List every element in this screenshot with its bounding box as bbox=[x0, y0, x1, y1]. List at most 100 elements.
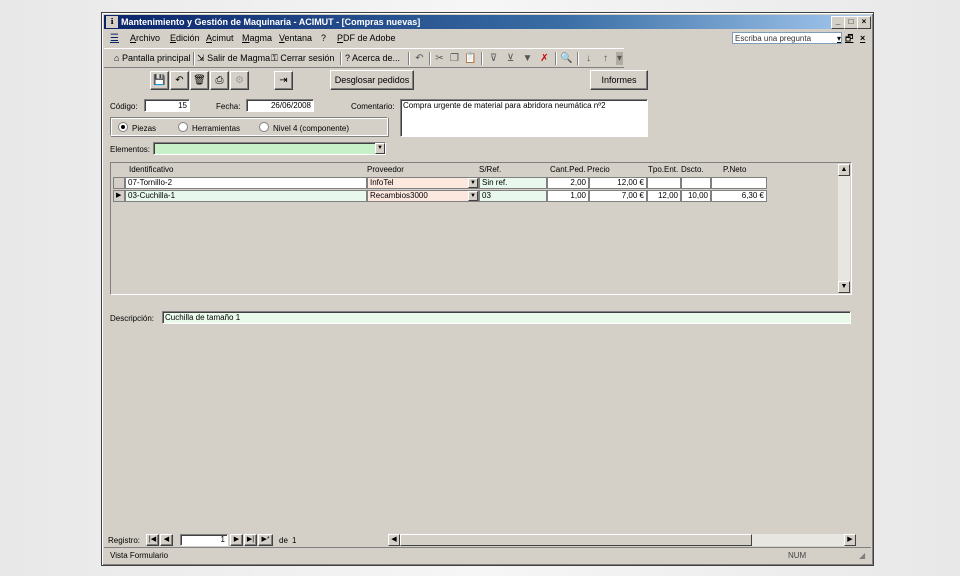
cell-cant-ped[interactable]: 1,00 bbox=[547, 190, 589, 202]
descripcion-field[interactable]: Cuchilla de tamaño 1 bbox=[162, 311, 851, 324]
close-child-icon[interactable]: × bbox=[860, 30, 865, 47]
informes-button[interactable]: Informes bbox=[590, 70, 648, 90]
cell-dscto[interactable] bbox=[681, 177, 711, 189]
grid-vertical-scrollbar[interactable]: ▲ ▼ bbox=[838, 164, 850, 293]
menu-acimut[interactable]: Acimut bbox=[206, 30, 234, 47]
cell-precio[interactable]: 7,00 € bbox=[589, 190, 647, 202]
scroll-thumb[interactable] bbox=[400, 534, 752, 546]
radio-piezas[interactable]: Piezas bbox=[118, 122, 156, 134]
previous-record-icon[interactable]: ◀ bbox=[160, 534, 173, 546]
remove-filter-icon[interactable]: ✗ bbox=[538, 52, 551, 65]
menu-pdf-adobe[interactable]: PDF de Adobe bbox=[337, 30, 396, 47]
cell-pneto[interactable] bbox=[711, 177, 767, 189]
exit-form-button[interactable]: ⇥ bbox=[274, 71, 293, 90]
comentario-label: Comentario: bbox=[351, 102, 395, 111]
restore-icon[interactable]: 🗗 bbox=[845, 30, 853, 47]
minimize-button[interactable]: _ bbox=[831, 16, 845, 29]
cell-pneto[interactable]: 6,30 € bbox=[711, 190, 767, 202]
cell-sref[interactable]: Sin ref. bbox=[479, 177, 547, 189]
lines-subform: Identificativo Proveedor S/Ref. Cant.Ped… bbox=[110, 162, 852, 295]
ask-question-input[interactable]: Escriba una pregunta bbox=[732, 32, 842, 44]
cut-icon[interactable]: ✂ bbox=[433, 52, 446, 65]
toolbar-options-icon[interactable]: ▾ bbox=[616, 52, 623, 65]
paste-icon[interactable]: 📋 bbox=[464, 52, 477, 65]
title-bar[interactable]: ℹ Mantenimiento y Gestión de Maquinaria … bbox=[104, 15, 871, 29]
proveedor-dropdown-icon[interactable]: ▼ bbox=[468, 191, 478, 201]
apply-filter-icon[interactable]: ▼ bbox=[521, 52, 534, 65]
maximize-button[interactable]: □ bbox=[844, 16, 858, 29]
scroll-up-icon[interactable]: ▲ bbox=[838, 164, 850, 176]
cell-proveedor[interactable]: InfoTel bbox=[367, 177, 479, 189]
home-icon: ⌂ bbox=[114, 53, 120, 63]
salir-magma-button[interactable]: ⇲ Salir de Magma bbox=[197, 52, 270, 64]
header-sref: S/Ref. bbox=[479, 165, 502, 174]
elementos-dropdown-icon[interactable]: ▼ bbox=[375, 143, 385, 154]
cell-precio[interactable]: 12,00 € bbox=[589, 177, 647, 189]
resize-grip-icon[interactable]: ◢ bbox=[859, 548, 865, 563]
info-icon: ? bbox=[345, 53, 351, 63]
elementos-combo[interactable] bbox=[153, 142, 386, 155]
scroll-right-icon[interactable]: ▶ bbox=[844, 534, 856, 546]
toolbar-separator bbox=[577, 52, 579, 65]
access-icon[interactable]: ℹ bbox=[106, 16, 118, 28]
sort-descending-icon[interactable]: ↑ bbox=[599, 52, 612, 65]
trash-icon: 🗑 bbox=[193, 75, 206, 86]
sort-ascending-icon[interactable]: ↓ bbox=[582, 52, 595, 65]
cell-sref[interactable]: 03 bbox=[479, 190, 547, 202]
close-button[interactable]: × bbox=[857, 16, 871, 29]
codigo-field[interactable]: 15 bbox=[144, 99, 190, 112]
current-record-icon[interactable]: ▶ bbox=[113, 190, 125, 202]
new-record-icon[interactable]: ▶* bbox=[258, 534, 273, 546]
scroll-down-icon[interactable]: ▼ bbox=[838, 281, 850, 293]
record-selector[interactable] bbox=[113, 177, 125, 189]
first-record-icon[interactable]: |◀ bbox=[146, 534, 159, 546]
filter-form-icon[interactable]: ⊻ bbox=[504, 52, 517, 65]
toolbar-separator bbox=[340, 52, 342, 65]
print-button[interactable]: ⎙ bbox=[210, 71, 229, 90]
cell-proveedor[interactable]: Recambios3000 bbox=[367, 190, 479, 202]
copy-icon[interactable]: ❐ bbox=[448, 52, 461, 65]
radio-nivel4[interactable]: Nivel 4 (componente) bbox=[259, 122, 349, 134]
menu-ventana[interactable]: Ventana bbox=[279, 30, 312, 47]
elementos-label: Elementos: bbox=[110, 145, 151, 154]
find-icon[interactable]: 🔍 bbox=[560, 52, 573, 65]
menu-magma[interactable]: Magma bbox=[242, 30, 272, 47]
proveedor-dropdown-icon[interactable]: ▼ bbox=[468, 178, 478, 188]
cell-identificativo[interactable]: 07-Tornillo-2 bbox=[125, 177, 367, 189]
last-record-icon[interactable]: ▶| bbox=[244, 534, 257, 546]
menu-help[interactable]: ? bbox=[321, 30, 326, 47]
scroll-left-icon[interactable]: ◀ bbox=[388, 534, 400, 546]
delete-button[interactable]: 🗑 bbox=[190, 71, 209, 90]
disabled-action-button[interactable]: ⚙ bbox=[230, 71, 249, 90]
menu-edicion[interactable]: Edición bbox=[170, 30, 200, 47]
next-record-icon[interactable]: ▶ bbox=[230, 534, 243, 546]
radio-herramientas[interactable]: Herramientas bbox=[178, 122, 240, 134]
numlock-status: NUM bbox=[788, 551, 807, 560]
filter-selection-icon[interactable]: ⊽ bbox=[487, 52, 500, 65]
cell-identificativo[interactable]: 03-Cuchilla-1 bbox=[125, 190, 367, 202]
registro-label: Registro: bbox=[108, 536, 141, 545]
save-button[interactable]: 💾 bbox=[150, 71, 169, 90]
cell-dscto[interactable]: 10,00 bbox=[681, 190, 711, 202]
pantalla-principal-button[interactable]: ⌂ Pantalla principal bbox=[114, 52, 191, 64]
cell-cant-ped[interactable]: 2,00 bbox=[547, 177, 589, 189]
undo-record-button[interactable]: ↶ bbox=[170, 71, 189, 90]
cerrar-sesion-button[interactable]: ⚿ Cerrar sesión bbox=[271, 52, 334, 64]
fecha-field[interactable]: 26/06/2008 bbox=[246, 99, 314, 112]
comentario-field[interactable]: Compra urgente de material para abridora… bbox=[400, 99, 648, 137]
acerca-de-button[interactable]: ? Acerca de... bbox=[345, 52, 400, 64]
main-window: ℹ Mantenimiento y Gestión de Maquinaria … bbox=[101, 12, 874, 566]
form-horizontal-scrollbar[interactable]: ◀ ▶ bbox=[388, 534, 856, 546]
codigo-label: Código: bbox=[110, 102, 138, 111]
desglosar-pedidos-button[interactable]: Desglosar pedidos bbox=[330, 70, 414, 90]
cell-tpo-ent[interactable] bbox=[647, 177, 681, 189]
toolbar-separator bbox=[408, 52, 410, 65]
undo-icon[interactable]: ↶ bbox=[413, 52, 426, 65]
cell-tpo-ent[interactable]: 12,00 bbox=[647, 190, 681, 202]
gear-icon: ⚙ bbox=[235, 75, 244, 86]
ask-dropdown-icon[interactable]: ▾ bbox=[837, 30, 841, 47]
form-icon[interactable]: ☰ bbox=[110, 30, 119, 47]
record-total: 1 bbox=[292, 536, 297, 545]
record-number-field[interactable]: 1 bbox=[180, 534, 228, 546]
menu-archivo[interactable]: Archivo bbox=[130, 30, 160, 47]
